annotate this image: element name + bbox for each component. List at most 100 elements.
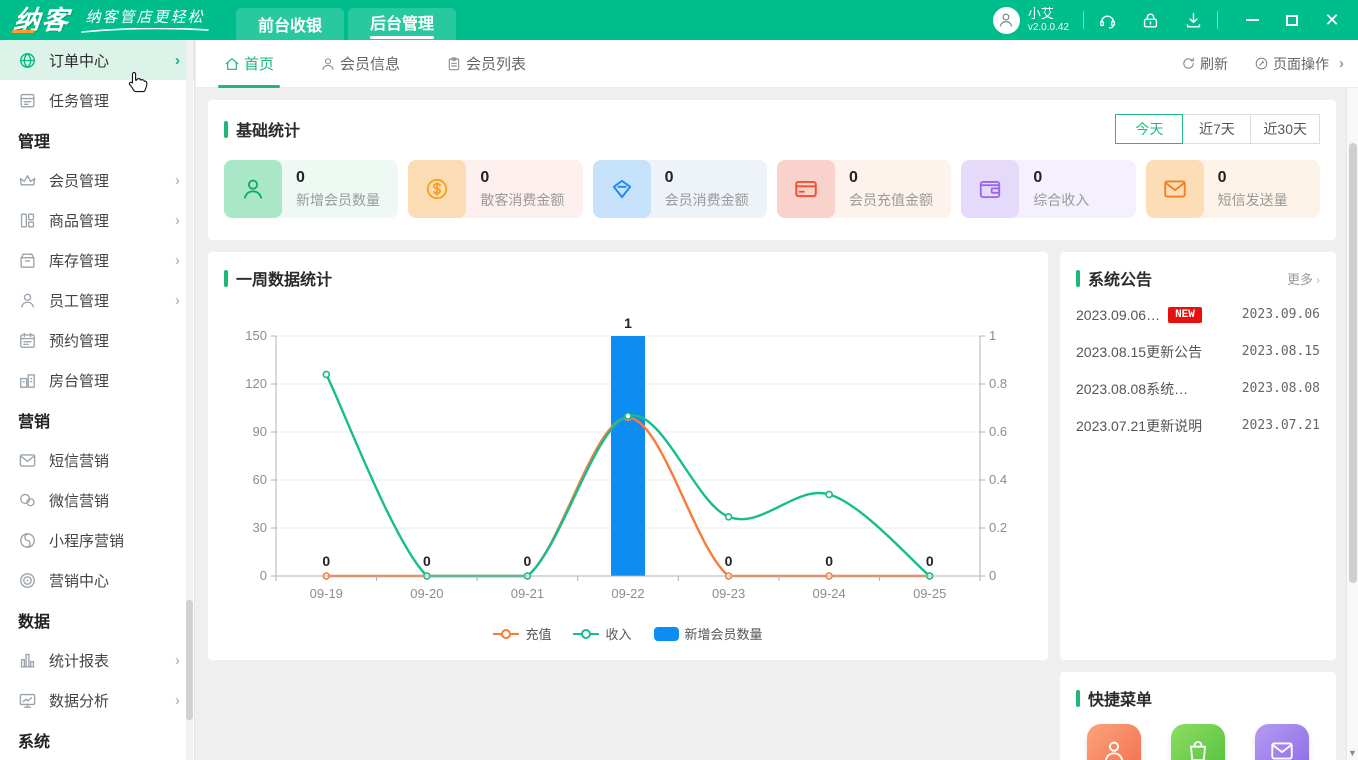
legend-income[interactable]: 收入 — [573, 624, 631, 643]
sidebar-item-label: 微信营销 — [49, 490, 180, 511]
sidebar-item-task-mgmt[interactable]: 任务管理 — [0, 80, 194, 120]
page-ops-button[interactable]: 页面操作 — [1254, 54, 1329, 74]
announcement-row[interactable]: 2023.08.08系统… 2023.08.08 — [1076, 370, 1320, 407]
sidebar-item-label: 库存管理 — [49, 250, 175, 271]
filter-30days[interactable]: 近30天 — [1251, 114, 1320, 144]
tab-member-info[interactable]: 会员信息 — [320, 40, 400, 88]
announcement-row[interactable]: 2023.08.15更新公告 2023.08.15 — [1076, 333, 1320, 370]
page-ops-icon — [1254, 56, 1269, 71]
stat-card-sms-sent[interactable]: 0 短信发送量 — [1146, 160, 1320, 218]
svg-text:09-22: 09-22 — [611, 586, 644, 601]
task-icon — [18, 91, 37, 110]
sidebar-item-report[interactable]: 统计报表 › — [0, 640, 194, 680]
quick-menu-panel: 快捷菜单 会员列表 商品列表 短信发送 商城订单 — [1060, 672, 1336, 760]
filter-7days[interactable]: 近7天 — [1183, 114, 1251, 144]
svg-text:0: 0 — [825, 553, 833, 569]
minimize-button[interactable] — [1232, 0, 1272, 40]
user-block[interactable]: 小艾 v2.0.0.42 — [993, 7, 1069, 34]
nav-front-cashier[interactable]: 前台收银 — [236, 8, 344, 40]
svg-text:0: 0 — [322, 553, 330, 569]
announcement-date: 2023.08.15 — [1242, 344, 1320, 359]
filter-today[interactable]: 今天 — [1115, 114, 1183, 144]
quick-menu-title: 快捷菜单 — [1088, 686, 1152, 710]
announcement-row[interactable]: 2023.07.21更新说明 2023.07.21 — [1076, 407, 1320, 444]
svg-text:60: 60 — [253, 472, 267, 487]
sidebar-item-label: 会员管理 — [49, 170, 175, 191]
svg-text:150: 150 — [245, 328, 267, 343]
chart-legend: 充值 收入 新增会员数量 — [224, 624, 1032, 643]
quick-goods-list[interactable]: 商品列表 — [1170, 724, 1226, 760]
announcement-title: 2023.08.08系统… — [1076, 379, 1188, 399]
svg-text:09-20: 09-20 — [410, 586, 443, 601]
svg-text:0: 0 — [260, 568, 267, 583]
svg-text:0.2: 0.2 — [989, 520, 1007, 535]
legend-new-members[interactable]: 新增会员数量 — [654, 624, 763, 643]
tab-member-list[interactable]: 会员列表 — [446, 40, 526, 88]
sidebar-item-room-mgmt[interactable]: 房台管理 — [0, 360, 194, 400]
close-button[interactable]: ✕ — [1312, 0, 1352, 40]
analysis-icon — [18, 691, 37, 710]
stat-card-member-spend[interactable]: 0 会员消费金额 — [593, 160, 767, 218]
legend-label: 收入 — [605, 624, 631, 643]
sidebar-item-miniapp-marketing[interactable]: 小程序营销 — [0, 520, 194, 560]
lock-icon[interactable] — [1141, 11, 1160, 30]
person-icon — [320, 56, 336, 72]
goods-icon — [18, 211, 37, 230]
refresh-button[interactable]: 刷新 — [1181, 54, 1228, 74]
svg-text:09-21: 09-21 — [511, 586, 544, 601]
page-ops-label: 页面操作 — [1273, 54, 1329, 74]
stat-card-walkin-spend[interactable]: 0 散客消费金额 — [408, 160, 582, 218]
maximize-button[interactable] — [1272, 0, 1312, 40]
stat-card-new-members[interactable]: 0 新增会员数量 — [224, 160, 398, 218]
crown-icon — [18, 171, 37, 190]
refresh-icon — [1181, 56, 1196, 71]
more-link[interactable]: 更多› — [1287, 269, 1320, 288]
sidebar-item-goods-mgmt[interactable]: 商品管理 › — [0, 200, 194, 240]
stat-card-recharge[interactable]: 0 会员充值金额 — [777, 160, 951, 218]
tab-home[interactable]: 首页 — [224, 40, 274, 88]
sidebar-item-member-mgmt[interactable]: 会员管理 › — [0, 160, 194, 200]
chevron-right-icon: › — [175, 692, 180, 709]
nav-front-cashier-label: 前台收银 — [258, 12, 322, 36]
box-icon — [18, 251, 37, 270]
active-underline — [370, 36, 434, 39]
support-headset-icon[interactable] — [1098, 11, 1117, 30]
scrollbar-down-arrow[interactable]: ▼ — [1347, 748, 1358, 758]
credit-card-icon — [777, 160, 835, 218]
sidebar-scrollbar[interactable] — [186, 40, 193, 760]
svg-text:0.6: 0.6 — [989, 424, 1007, 439]
tab-bar: 首页 会员信息 会员列表 刷新 页面操作 › — [196, 40, 1358, 88]
stat-card-total-income[interactable]: 0 综合收入 — [961, 160, 1135, 218]
download-icon[interactable] — [1184, 11, 1203, 30]
svg-text:09-25: 09-25 — [913, 586, 946, 601]
sidebar-item-sms-marketing[interactable]: 短信营销 — [0, 440, 194, 480]
nav-backend-admin[interactable]: 后台管理 — [348, 8, 456, 40]
sidebar-item-booking-mgmt[interactable]: 预约管理 — [0, 320, 194, 360]
svg-text:0: 0 — [524, 553, 532, 569]
sidebar-item-marketing-center[interactable]: 营销中心 — [0, 560, 194, 600]
mail-icon — [18, 451, 37, 470]
page-scrollbar[interactable]: ▼ — [1346, 88, 1358, 760]
quick-sms-send[interactable]: 短信发送 — [1254, 724, 1310, 760]
legend-line-marker — [573, 627, 599, 641]
stat-label: 会员消费金额 — [665, 190, 749, 210]
sidebar-item-wechat-marketing[interactable]: 微信营销 — [0, 480, 194, 520]
sidebar-item-staff-mgmt[interactable]: 员工管理 › — [0, 280, 194, 320]
sidebar-item-inventory-mgmt[interactable]: 库存管理 › — [0, 240, 194, 280]
sidebar-item-order-center[interactable]: 订单中心 › — [0, 40, 194, 80]
sidebar-item-label: 短信营销 — [49, 450, 180, 471]
person-icon — [18, 291, 37, 310]
page-scrollbar-thumb[interactable] — [1349, 143, 1357, 583]
announcement-row[interactable]: 2023.09.06… NEW 2023.09.06 — [1076, 296, 1320, 333]
user-name: 小艾 — [1028, 7, 1069, 22]
chevron-right-icon: › — [175, 652, 180, 669]
sidebar-section-marketing: 营销 — [0, 400, 194, 440]
quick-member-list[interactable]: 会员列表 — [1086, 724, 1142, 760]
legend-label: 充值 — [525, 624, 551, 643]
title-tick — [1076, 270, 1080, 287]
toolbar-chevron-icon[interactable]: › — [1339, 55, 1344, 72]
week-chart[interactable]: 0001000030609012015000.20.40.60.8109-190… — [228, 316, 1028, 616]
sidebar-item-data-analysis[interactable]: 数据分析 › — [0, 680, 194, 720]
legend-recharge[interactable]: 充值 — [493, 624, 551, 643]
sidebar-scrollbar-thumb[interactable] — [186, 600, 193, 720]
